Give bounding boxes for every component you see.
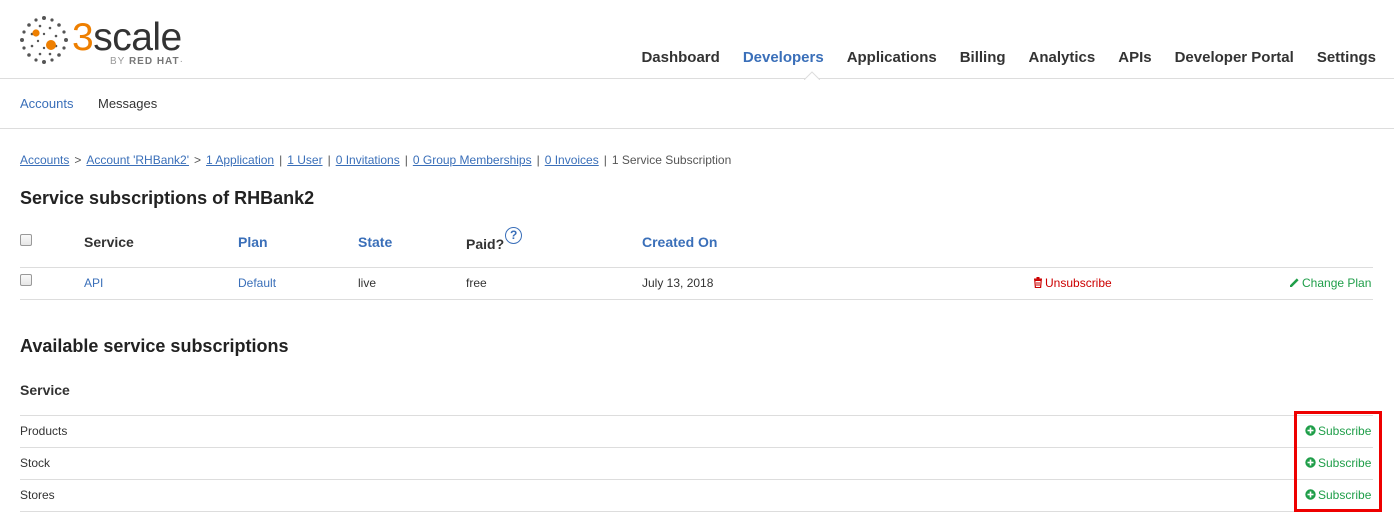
available-col-header-service: Service — [20, 382, 70, 398]
col-header-state[interactable]: State — [358, 234, 392, 250]
logo-byline-prefix: BY — [110, 56, 129, 67]
nav-settings[interactable]: Settings — [1317, 49, 1376, 66]
change-plan-button[interactable]: Change Plan — [1289, 276, 1371, 290]
col-header-paid: Paid?? — [466, 227, 523, 253]
table-divider — [20, 447, 1373, 448]
logo-wordmark: 3scale — [72, 18, 182, 58]
highlight-box — [1294, 411, 1382, 512]
breadcrumb-pipe: | — [603, 153, 607, 167]
nav-analytics[interactable]: Analytics — [1029, 49, 1096, 66]
breadcrumb-invoices[interactable]: 0 Invoices — [545, 153, 599, 167]
breadcrumb-account[interactable]: Account 'RHBank2' — [86, 153, 189, 167]
nav-developers[interactable]: Developers — [743, 49, 824, 66]
unsubscribe-button[interactable]: Unsubscribe — [1033, 276, 1112, 290]
table-divider — [20, 479, 1373, 480]
subscriptions-title: Service subscriptions of RHBank2 — [20, 188, 315, 208]
select-all-checkbox[interactable] — [20, 234, 32, 246]
breadcrumb-pipe: | — [404, 153, 408, 167]
logo-wordmark-suffix: scale — [93, 16, 182, 59]
col-header-created-on[interactable]: Created On — [642, 234, 717, 250]
subnav-accounts[interactable]: Accounts — [20, 96, 73, 111]
change-plan-label: Change Plan — [1302, 276, 1372, 290]
row-checkbox[interactable] — [20, 274, 32, 286]
available-service-stock: Stock — [20, 456, 51, 470]
breadcrumb-pipe: | — [536, 153, 540, 167]
nav-dashboard[interactable]: Dashboard — [641, 49, 719, 66]
breadcrumb-group-memberships[interactable]: 0 Group Memberships — [413, 153, 532, 167]
nav-developer-portal[interactable]: Developer Portal — [1175, 49, 1294, 66]
col-header-service: Service — [84, 234, 134, 250]
breadcrumb-applications[interactable]: 1 Application — [206, 153, 274, 167]
logo-dots-icon — [20, 16, 68, 64]
unsubscribe-label: Unsubscribe — [1045, 276, 1112, 290]
breadcrumb: Accounts > Account 'RHBank2' >1 Application… — [20, 153, 731, 167]
breadcrumb-accounts[interactable]: Accounts — [20, 153, 69, 167]
breadcrumb-pipe: | — [327, 153, 331, 167]
row-service-link[interactable]: API — [84, 276, 103, 290]
main-nav: Dashboard Developers Applications Billin… — [618, 49, 1376, 66]
nav-apis[interactable]: APIs — [1118, 49, 1151, 66]
table-divider — [20, 267, 1373, 268]
logo-byline-mark: · — [179, 56, 184, 67]
logo-byline: BY RED HAT· — [110, 56, 184, 67]
pencil-icon — [1290, 278, 1299, 287]
logo-wordmark-prefix: 3 — [72, 16, 94, 59]
row-created-on: July 13, 2018 — [642, 276, 714, 290]
row-paid: free — [466, 276, 487, 290]
help-icon[interactable]: ? — [505, 227, 523, 244]
available-subscriptions-title: Available service subscriptions — [20, 336, 289, 356]
subnav-messages[interactable]: Messages — [98, 96, 157, 111]
table-divider — [20, 511, 1373, 512]
table-divider — [20, 415, 1373, 416]
col-header-paid-label: Paid? — [466, 236, 505, 252]
breadcrumb-separator: > — [74, 153, 82, 167]
breadcrumb-separator: > — [194, 153, 202, 167]
row-plan-link[interactable]: Default — [238, 276, 276, 290]
3scale-logo[interactable]: 3scale BY RED HAT· — [18, 14, 193, 70]
available-service-products: Products — [20, 424, 68, 438]
top-header: 3scale BY RED HAT· Dashboard Developers … — [0, 0, 1394, 80]
nav-applications[interactable]: Applications — [847, 49, 937, 66]
logo-byline-brand: RED HAT — [128, 56, 180, 67]
breadcrumb-pipe: | — [279, 153, 283, 167]
available-service-stores: Stores — [20, 488, 55, 502]
breadcrumb-invitations[interactable]: 0 Invitations — [336, 153, 400, 167]
sub-nav: Accounts Messages — [0, 79, 1394, 129]
col-header-plan[interactable]: Plan — [238, 234, 268, 250]
breadcrumb-users[interactable]: 1 User — [287, 153, 322, 167]
nav-billing[interactable]: Billing — [960, 49, 1006, 66]
row-state: live — [358, 276, 377, 290]
breadcrumb-current: 1 Service Subscription — [611, 153, 732, 167]
trash-icon — [1034, 277, 1042, 288]
table-divider — [20, 299, 1373, 300]
